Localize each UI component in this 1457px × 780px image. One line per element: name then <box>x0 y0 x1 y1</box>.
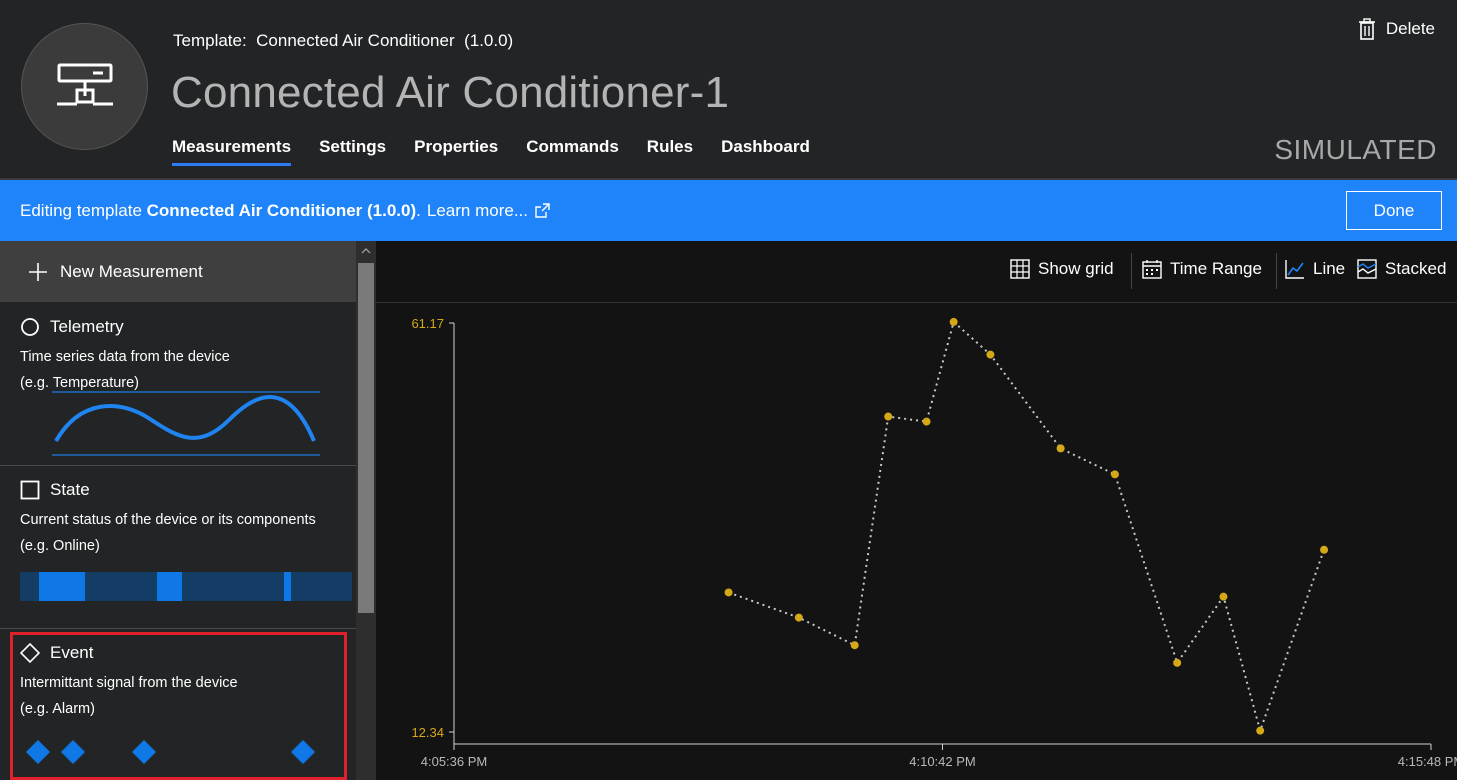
telemetry-desc: Time series data from the device <box>20 349 230 365</box>
data-point <box>1320 545 1329 554</box>
banner-prefix: Editing template <box>20 200 142 220</box>
time-range-label: Time Range <box>1170 259 1262 278</box>
data-point <box>949 317 958 326</box>
line-chart-icon <box>1285 260 1304 279</box>
data-point <box>922 417 931 426</box>
panel-scrollbar[interactable] <box>356 241 376 780</box>
device-header: Template: Connected Air Conditioner (1.0… <box>0 0 1457 180</box>
chart-area: Show grid Time Range Line Stacked 61.17 … <box>376 241 1457 780</box>
time-range-button[interactable]: Time Range <box>1142 259 1262 279</box>
template-prefix: Template: <box>173 31 247 50</box>
tab-rules[interactable]: Rules <box>647 137 693 166</box>
scroll-thumb[interactable] <box>358 263 374 613</box>
template-version: (1.0.0) <box>464 31 514 50</box>
network-device-icon <box>56 63 113 105</box>
calendar-icon <box>1142 260 1162 279</box>
tab-bar: Measurements Settings Properties Command… <box>172 137 838 166</box>
x-tick-label: 4:10:42 PM <box>909 754 976 769</box>
grid-icon <box>1010 259 1030 279</box>
telemetry-title: Telemetry <box>50 317 124 336</box>
learn-more-link[interactable]: Learn more... <box>427 201 550 221</box>
series-line <box>728 320 1325 735</box>
data-point <box>850 641 859 650</box>
card-divider <box>0 465 356 466</box>
device-title: Connected Air Conditioner-1 <box>171 68 730 117</box>
telemetry-chart: 61.17 12.34 4:05:36 PM 4:10:42 PM 4:15:48 PM <box>411 316 1457 769</box>
delete-button[interactable]: Delete <box>1358 18 1435 40</box>
x-tick-label: 4:15:48 PM <box>1398 754 1457 769</box>
show-grid-label: Show grid <box>1038 259 1114 278</box>
learn-more-label: Learn more... <box>426 200 528 220</box>
toolbar-divider <box>1131 253 1132 289</box>
data-point <box>1219 592 1228 601</box>
done-button[interactable]: Done <box>1346 191 1442 230</box>
line-chart-button[interactable]: Line <box>1285 259 1345 279</box>
data-point <box>986 350 995 359</box>
card-divider <box>0 628 356 629</box>
state-desc: Current status of the device or its comp… <box>20 512 316 528</box>
data-point <box>724 588 733 597</box>
chart-toolbar: Show grid Time Range Line Stacked <box>376 241 1457 303</box>
square-icon <box>20 480 40 500</box>
state-bar-illustration <box>20 572 352 601</box>
telemetry-card[interactable]: Telemetry Time series data from the devi… <box>0 317 356 396</box>
stacked-chart-icon <box>1357 259 1377 279</box>
stacked-label: Stacked <box>1385 259 1447 278</box>
tab-properties[interactable]: Properties <box>414 137 498 166</box>
state-card[interactable]: State Current status of the device or it… <box>0 480 356 559</box>
tab-measurements[interactable]: Measurements <box>172 137 292 166</box>
tab-settings[interactable]: Settings <box>319 137 386 166</box>
device-avatar <box>21 23 148 150</box>
circle-icon <box>21 318 39 336</box>
x-tick-label: 4:05:36 PM <box>421 754 488 769</box>
trash-icon <box>1358 18 1375 40</box>
state-example: (e.g. Online) <box>20 538 100 554</box>
plus-icon <box>29 262 47 281</box>
stacked-chart-button[interactable]: Stacked <box>1357 259 1446 279</box>
data-point <box>1256 726 1265 735</box>
event-highlight-box <box>10 632 347 780</box>
template-info: Template: Connected Air Conditioner (1.0… <box>173 31 513 51</box>
y-tick-label: 12.34 <box>411 725 444 740</box>
delete-label: Delete <box>1385 19 1435 38</box>
scroll-up-button[interactable] <box>356 241 376 261</box>
tab-dashboard[interactable]: Dashboard <box>721 137 810 166</box>
show-grid-button[interactable]: Show grid <box>1010 259 1114 279</box>
data-point <box>1056 444 1065 453</box>
editing-banner: Editing template Connected Air Condition… <box>0 180 1457 241</box>
toolbar-divider <box>1276 253 1277 289</box>
telemetry-wave-illustration <box>52 391 320 456</box>
banner-template: Connected Air Conditioner (1.0.0) <box>146 200 417 220</box>
data-point <box>1110 470 1119 479</box>
data-point <box>794 613 803 622</box>
tab-commands[interactable]: Commands <box>526 137 619 166</box>
new-measurement-label: New Measurement <box>60 261 203 281</box>
data-point <box>1173 658 1182 667</box>
line-label: Line <box>1313 259 1346 278</box>
chevron-up-icon <box>361 248 371 254</box>
new-measurement-button[interactable]: New Measurement <box>0 241 356 302</box>
data-point <box>884 412 893 421</box>
template-name: Connected Air Conditioner <box>256 31 455 50</box>
simulated-badge: SIMULATED <box>1274 134 1437 165</box>
y-tick-label: 61.17 <box>411 316 444 331</box>
state-title: State <box>50 480 90 499</box>
external-link-icon <box>535 202 550 218</box>
